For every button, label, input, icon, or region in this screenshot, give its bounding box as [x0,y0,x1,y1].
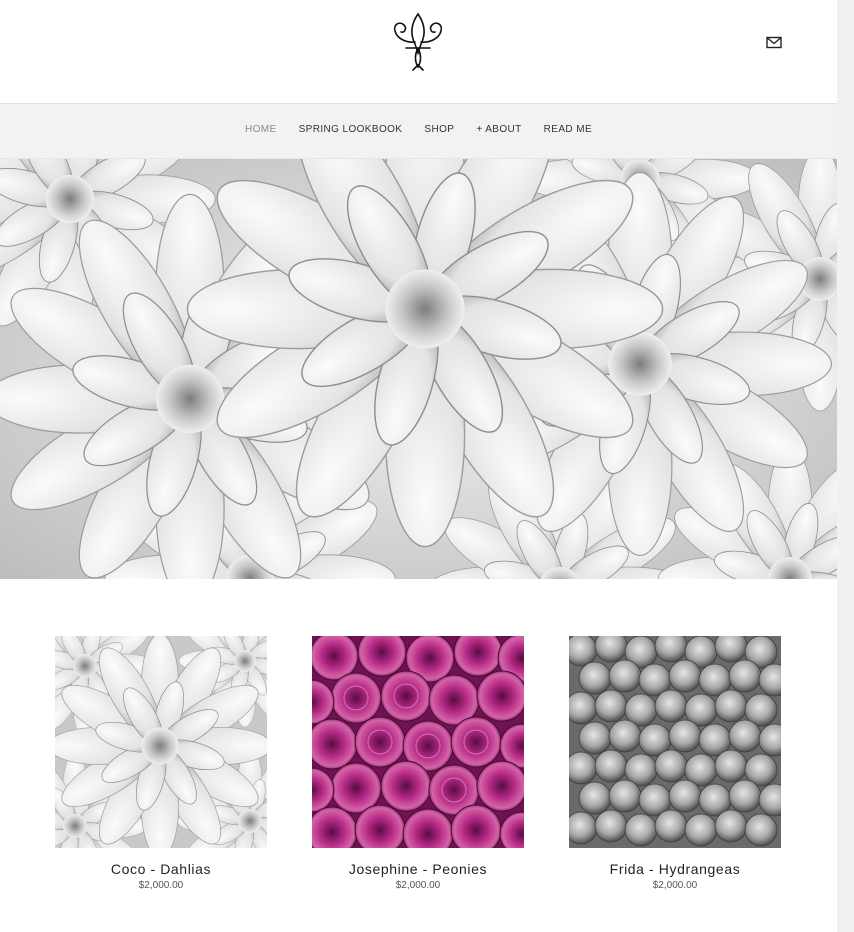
nav-item-read-me[interactable]: READ ME [544,124,592,135]
product-name[interactable]: Coco - Dahlias [55,861,267,877]
product-image-hydrangeas[interactable] [569,636,781,848]
hero-banner-image [0,159,837,579]
nav-item-spring-lookbook[interactable]: SPRING LOOKBOOK [299,124,403,135]
product-name[interactable]: Josephine - Peonies [312,861,524,877]
nav-item-about[interactable]: + ABOUT [476,124,521,135]
fleur-de-lis-logo[interactable] [391,12,445,72]
product-price: $2,000.00 [138,880,184,891]
product-card-coco[interactable]: Coco - Dahlias $2,000.00 [55,636,267,891]
envelope-icon[interactable] [766,36,782,49]
dahlia-flowers-illustration [0,159,837,579]
site-header [0,0,837,103]
page-scrollbar[interactable] [837,0,854,932]
page: HOME SPRING LOOKBOOK SHOP + ABOUT READ M… [0,0,837,932]
product-name[interactable]: Frida - Hydrangeas [569,861,781,877]
product-image-dahlias[interactable] [55,636,267,848]
main-navigation: HOME SPRING LOOKBOOK SHOP + ABOUT READ M… [0,103,837,159]
product-price: $2,000.00 [652,880,698,891]
product-price: $2,000.00 [395,880,441,891]
product-image-peonies[interactable] [312,636,524,848]
product-card-frida[interactable]: Frida - Hydrangeas $2,000.00 [569,636,781,891]
product-card-josephine[interactable]: Josephine - Peonies $2,000.00 [312,636,524,891]
nav-item-home[interactable]: HOME [245,124,277,135]
nav-item-shop[interactable]: SHOP [424,124,454,135]
